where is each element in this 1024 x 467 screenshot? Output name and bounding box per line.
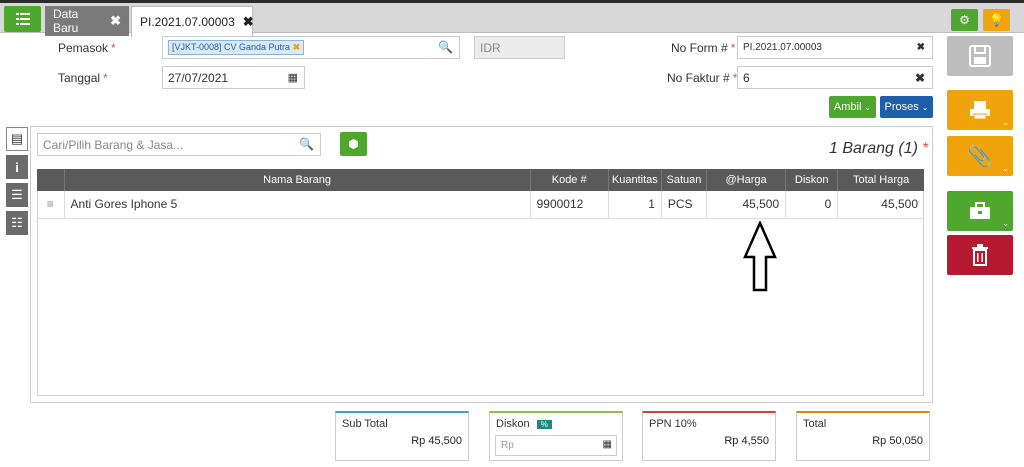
ppn-value: Rp 4,550 (724, 435, 769, 447)
clear-icon[interactable]: ✖ (915, 71, 925, 85)
close-icon[interactable]: ✖ (243, 14, 254, 30)
tab-invoice[interactable]: PI.2021.07.00003 ✖ (131, 6, 254, 37)
item-name[interactable]: Anti Gores Iphone 5 (64, 191, 531, 219)
lightbulb-icon: 💡 (989, 13, 1004, 27)
calculator-icon[interactable]: ▦ (603, 439, 612, 450)
item-code: 9900012 (530, 191, 609, 219)
tab-data-baru-label: Data Baru (53, 7, 79, 35)
ambil-button[interactable]: Ambil ⌄ (829, 96, 876, 118)
item-unit: PCS (661, 191, 707, 219)
column-header: Satuan (661, 169, 707, 191)
print-icon (970, 101, 990, 120)
settings-button[interactable]: ⚙ (951, 9, 978, 31)
tab-cost[interactable]: ☰ (6, 183, 28, 207)
toolbox-button[interactable]: ⌄ (947, 191, 1013, 231)
discount-input[interactable]: Rp ▦ (495, 435, 617, 456)
trash-icon (972, 244, 988, 266)
remove-tag-icon[interactable]: ✖ (293, 42, 301, 52)
pemasok-tag: [VJKT-0008] CV Ganda Putra ✖ (168, 40, 305, 55)
subtotal-box: Sub Total Rp 45,500 (335, 411, 469, 461)
tab-bar: Data Baru ✖ PI.2021.07.00003 ✖ ⚙ 💡 (0, 0, 1024, 37)
chevron-down-icon: ⌄ (1002, 164, 1009, 173)
search-icon[interactable]: 🔍 (299, 137, 314, 151)
coins-icon: ☰ (11, 187, 23, 202)
tab-checklist[interactable]: ☷ (6, 211, 28, 235)
column-header: @Harga (706, 169, 787, 191)
tanggal-label: Tanggal * (58, 71, 108, 85)
checklist-icon: ☷ (11, 215, 23, 230)
ppn-box: PPN 10% Rp 4,550 (642, 411, 776, 461)
close-icon[interactable]: ✖ (110, 13, 121, 29)
percent-toggle[interactable]: % (536, 420, 552, 429)
item-total: 45,500 (837, 191, 924, 219)
no-faktur-field[interactable]: 6 ✖ (737, 66, 933, 89)
list-menu-icon (15, 13, 30, 25)
tab-data-baru[interactable]: Data Baru ✖ (45, 6, 129, 36)
column-header: Diskon (785, 169, 839, 191)
items-table: Nama Barang Kode # Kuantitas Satuan @Har… (37, 169, 924, 219)
item-price[interactable]: 45,500 (706, 191, 787, 219)
drag-column-header (37, 169, 65, 191)
ppn-label: PPN 10% (649, 418, 697, 430)
attachment-button[interactable]: 📎 ⌄ (947, 136, 1013, 176)
info-icon: i (15, 159, 19, 175)
search-icon[interactable]: 🔍 (438, 40, 453, 54)
tab-items[interactable]: ▤ (6, 127, 28, 151)
save-button[interactable] (947, 36, 1013, 76)
tab-invoice-label: PI.2021.07.00003 (140, 15, 235, 29)
briefcase-icon (970, 202, 990, 219)
tab-info[interactable]: i (6, 155, 28, 179)
cube-icon: ⬢ (348, 137, 359, 151)
column-header: Nama Barang (64, 169, 531, 191)
item-count: 1 Barang (1) * (829, 140, 929, 157)
discount-label: Diskon (496, 418, 530, 430)
print-button[interactable]: ⌄ (947, 90, 1013, 130)
column-header: Kode # (530, 169, 609, 191)
annotation-arrow-icon (743, 221, 777, 292)
paperclip-icon: 📎 (967, 145, 993, 168)
total-value: Rp 50,050 (872, 435, 923, 447)
pemasok-field[interactable]: [VJKT-0008] CV Ganda Putra ✖ 🔍 (162, 36, 460, 59)
discount-box: Diskon % Rp ▦ (489, 411, 623, 461)
column-header: Kuantitas (608, 169, 662, 191)
save-icon (969, 45, 991, 67)
add-item-button[interactable]: ⬢ (340, 132, 367, 156)
calendar-icon[interactable]: ▦ (288, 71, 298, 84)
delete-button[interactable] (947, 235, 1013, 275)
drag-handle-icon[interactable]: ≡ (37, 191, 65, 219)
total-box: Total Rp 50,050 (796, 411, 930, 461)
chevron-down-icon: ⌄ (1002, 118, 1009, 127)
column-header: Total Harga (837, 169, 924, 191)
subtotal-value: Rp 45,500 (411, 435, 462, 447)
currency-field: IDR (474, 36, 565, 59)
total-label: Total (803, 418, 827, 430)
table-row[interactable]: ≡ Anti Gores Iphone 5 9900012 1 PCS 45,5… (37, 191, 924, 219)
item-search-input[interactable]: Cari/Pilih Barang & Jasa... 🔍 (37, 133, 321, 156)
clear-icon[interactable]: ✖ (917, 42, 925, 53)
chevron-down-icon: ⌄ (1002, 219, 1009, 228)
tanggal-field[interactable]: 27/07/2021 ▦ (162, 66, 305, 89)
document-icon: ▤ (10, 131, 24, 146)
item-qty[interactable]: 1 (608, 191, 662, 219)
menu-button[interactable] (4, 6, 41, 32)
gear-icon: ⚙ (959, 13, 970, 27)
no-form-label: No Form # * (671, 41, 736, 55)
no-faktur-label: No Faktur # * (667, 71, 738, 85)
tips-button[interactable]: 💡 (983, 9, 1010, 31)
subtotal-label: Sub Total (342, 418, 388, 430)
proses-button[interactable]: Proses ⌄ (880, 96, 933, 118)
no-form-field[interactable]: PI.2021.07.00003 ✖ (737, 36, 933, 59)
pemasok-label: Pemasok * (58, 41, 116, 55)
item-discount[interactable]: 0 (785, 191, 839, 219)
